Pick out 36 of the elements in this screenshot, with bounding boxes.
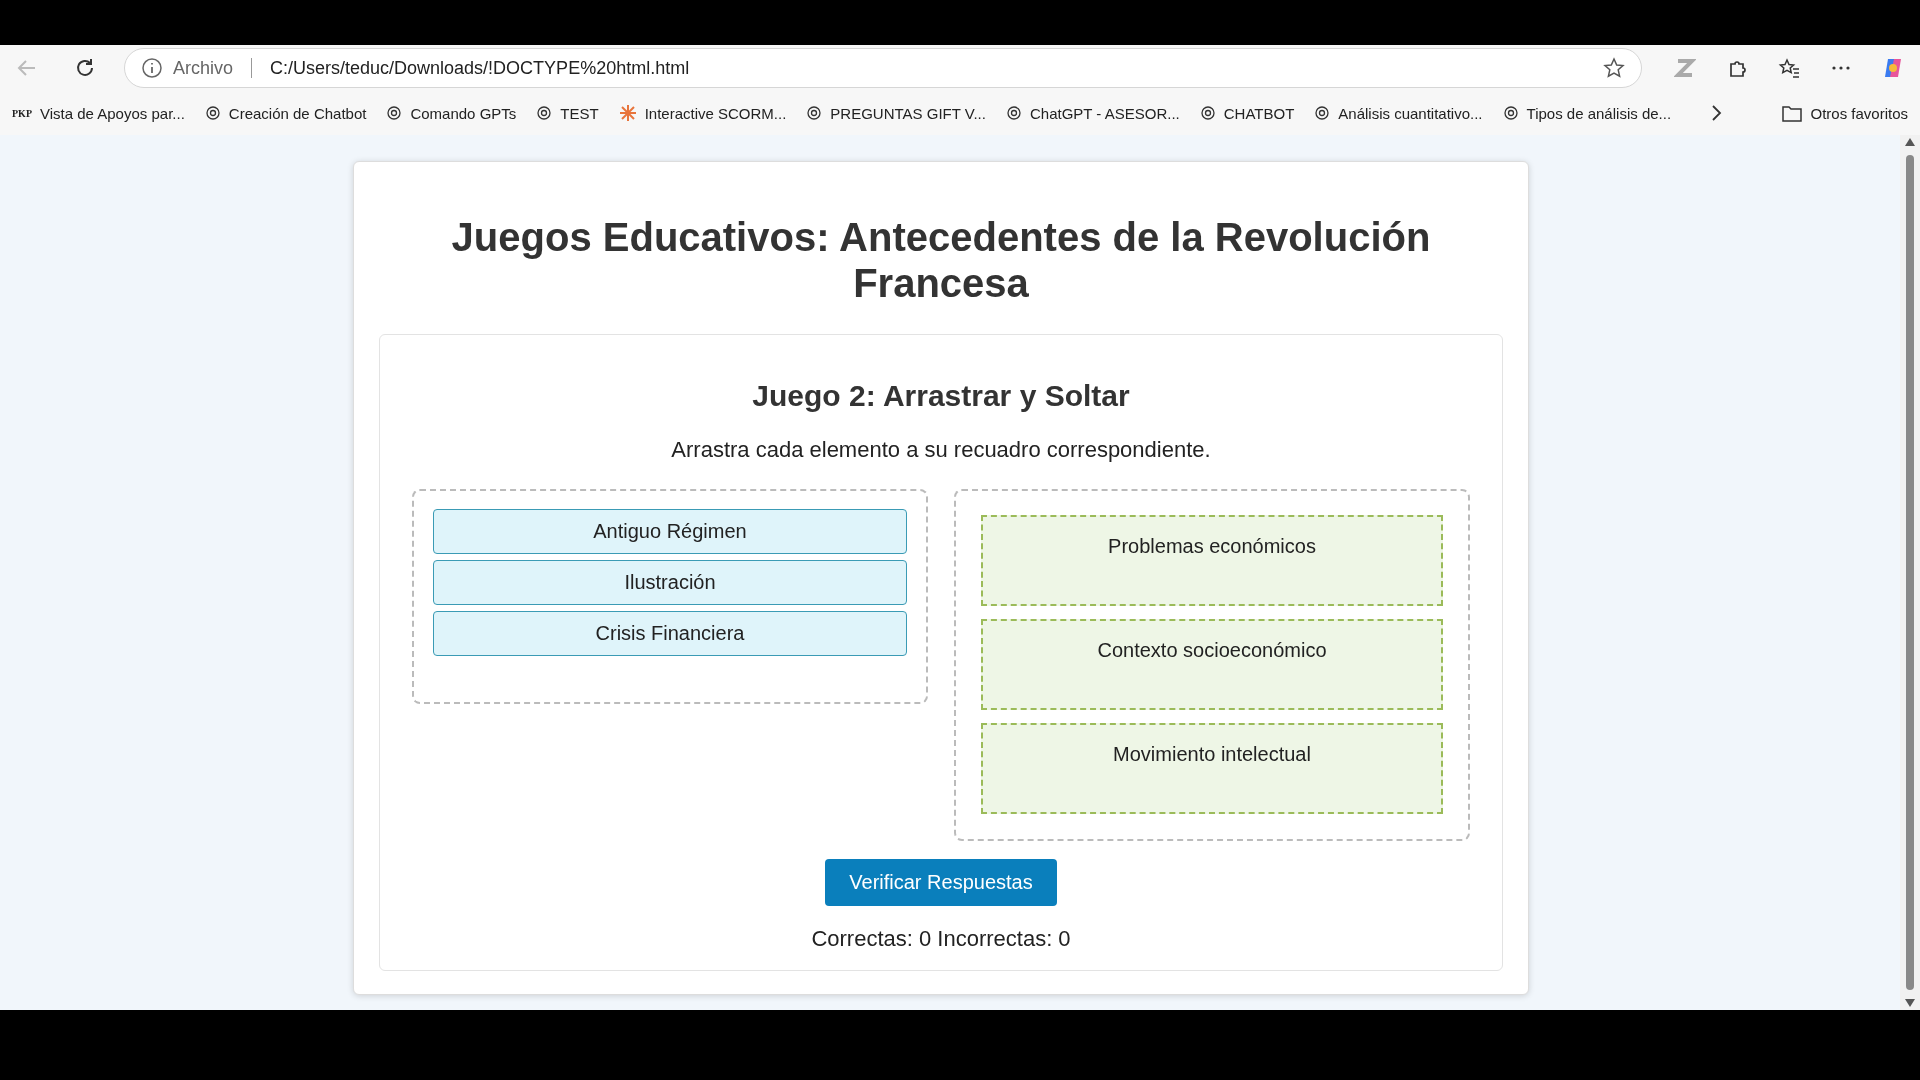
drop-target[interactable]: Problemas económicos — [981, 515, 1443, 606]
folder-icon — [1782, 104, 1803, 122]
drop-target[interactable]: Movimiento intelectual — [981, 723, 1443, 814]
draggable-item[interactable]: Antiguo Régimen — [433, 509, 907, 554]
favorites-icon[interactable] — [1778, 57, 1800, 79]
scroll-down-icon[interactable] — [1904, 998, 1916, 1008]
bookmark-link[interactable]: Comando GPTs — [386, 104, 517, 122]
draggable-item[interactable]: Ilustración — [433, 560, 907, 605]
other-favorites-folder[interactable]: Otros favoritos — [1782, 104, 1908, 122]
bookmark-link[interactable]: PKP Vista de Apoyos par... — [12, 104, 185, 122]
bookmark-link[interactable]: Interactive SCORM... — [618, 104, 787, 122]
page-title: Juegos Educativos: Antecedentes de la Revolución Francesa — [450, 214, 1432, 306]
copilot-icon[interactable] — [1882, 57, 1904, 79]
reload-icon[interactable] — [74, 57, 96, 79]
logo-text: PKP — [12, 107, 32, 119]
info-icon — [141, 57, 163, 79]
bookmark-link[interactable]: PREGUNTAS GIFT V... — [806, 104, 986, 122]
score-text: Correctas: 0 Incorrectas: 0 — [811, 926, 1071, 952]
bookmark-link[interactable]: Tipos de análisis de... — [1502, 104, 1672, 122]
instruction-text: Arrastra cada elemento a su recuadro correspondiente. — [671, 437, 1211, 463]
drop-target[interactable]: Contexto socioeconómico — [981, 619, 1443, 710]
url-text: C:/Users/teduc/Downloads/!DOCTYPE%20html.html — [270, 57, 691, 79]
address-bar[interactable]: Archivo C:/Users/teduc/Downloads/!DOCTYPE%20html.html — [124, 48, 1642, 88]
game-title: Juego 2: Arrastrar y Soltar — [752, 379, 1130, 413]
scroll-up-icon[interactable] — [1904, 137, 1916, 147]
address-label: Archivo — [173, 57, 234, 79]
star-icon[interactable] — [1603, 57, 1625, 79]
scrollbar-thumb[interactable] — [1906, 155, 1914, 990]
draggable-item[interactable]: Crisis Financiera — [433, 611, 907, 656]
bookmark-link[interactable]: ChatGPT - ASESOR... — [1005, 104, 1180, 122]
bookmark-link[interactable]: CHATBOT — [1199, 104, 1295, 122]
verify-button[interactable]: Verificar Respuestas — [825, 859, 1057, 906]
asterisk-icon — [618, 104, 637, 122]
bookmark-link[interactable]: Análisis cuantitativo... — [1314, 104, 1483, 122]
bookmark-link[interactable]: Creación de Chatbot — [204, 104, 367, 122]
bookmark-link[interactable]: TEST — [536, 104, 599, 122]
